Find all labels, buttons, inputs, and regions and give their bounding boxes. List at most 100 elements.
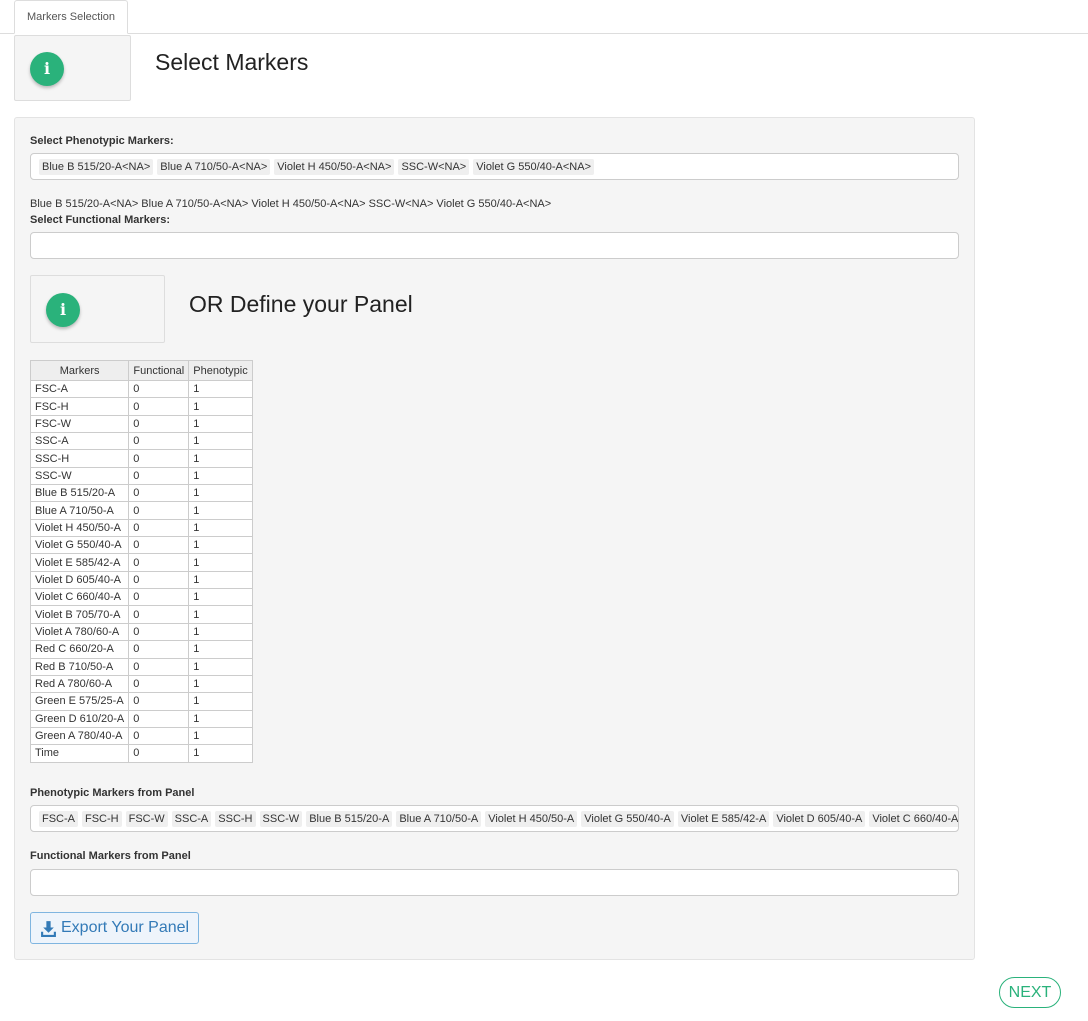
- cell-phenotypic[interactable]: 1: [188, 692, 253, 711]
- cell-marker[interactable]: Red A 780/60-A: [29, 674, 130, 694]
- cell-phenotypic[interactable]: 1: [188, 518, 253, 538]
- cell-marker[interactable]: Green E 575/25-A: [29, 692, 130, 711]
- cell-phenotypic[interactable]: 1: [188, 570, 253, 590]
- cell-marker[interactable]: Red C 660/20-A: [29, 640, 130, 659]
- selected-marker-chip[interactable]: SSC-H: [215, 810, 256, 827]
- cell-phenotypic[interactable]: 1: [188, 709, 253, 728]
- tab-markers-selection[interactable]: Markers Selection: [14, 0, 129, 34]
- cell-functional[interactable]: 0: [128, 518, 190, 538]
- cell-phenotypic[interactable]: 1: [188, 397, 253, 416]
- cell-phenotypic[interactable]: 1: [188, 588, 253, 607]
- panel-functional-select[interactable]: [30, 869, 959, 896]
- cell-marker[interactable]: Violet G 550/40-A: [29, 536, 130, 555]
- phenotypic-label: Select Phenotypic Markers:: [30, 135, 174, 147]
- selected-marker-chip[interactable]: Violet H 450/50-A<NA>: [274, 158, 395, 175]
- cell-marker[interactable]: Violet C 660/40-A: [29, 588, 130, 607]
- cell-functional[interactable]: 0: [128, 570, 190, 590]
- cell-phenotypic[interactable]: 1: [188, 674, 253, 694]
- cell-marker[interactable]: Green A 780/40-A: [29, 726, 130, 746]
- cell-functional[interactable]: 0: [128, 432, 190, 451]
- cell-phenotypic[interactable]: 1: [188, 484, 253, 503]
- selected-marker-chip[interactable]: Violet C 660/40-A: [869, 810, 958, 827]
- cell-functional[interactable]: 0: [128, 397, 190, 416]
- table-row: FSC-A 0 1: [29, 379, 253, 399]
- cell-marker[interactable]: Violet E 585/42-A: [29, 553, 130, 572]
- cell-phenotypic[interactable]: 1: [188, 414, 253, 434]
- cell-marker[interactable]: SSC-A: [29, 432, 130, 451]
- cell-phenotypic[interactable]: 1: [188, 449, 253, 468]
- cell-marker[interactable]: Red B 710/50-A: [29, 657, 130, 676]
- cell-phenotypic[interactable]: 1: [188, 501, 253, 520]
- cell-functional[interactable]: 0: [128, 726, 190, 746]
- cell-marker[interactable]: FSC-A: [29, 379, 130, 399]
- cell-functional[interactable]: 0: [128, 588, 190, 607]
- cell-phenotypic[interactable]: 1: [188, 536, 253, 555]
- table-row: FSC-W 0 1: [29, 414, 253, 434]
- cell-functional[interactable]: 0: [128, 605, 190, 624]
- selected-marker-chip[interactable]: FSC-W: [125, 810, 168, 827]
- cell-phenotypic[interactable]: 1: [188, 432, 253, 451]
- cell-marker[interactable]: Blue A 710/50-A: [29, 501, 130, 520]
- cell-marker[interactable]: Violet H 450/50-A: [29, 518, 130, 538]
- functional-select[interactable]: [30, 232, 959, 259]
- cell-functional[interactable]: 0: [128, 536, 190, 555]
- cell-functional[interactable]: 0: [128, 501, 190, 520]
- selected-marker-chip[interactable]: Violet E 585/42-A: [677, 810, 770, 827]
- cell-marker[interactable]: Time: [29, 744, 130, 763]
- col-header-functional[interactable]: Functional: [128, 360, 190, 381]
- cell-functional[interactable]: 0: [128, 484, 190, 503]
- table-row: Green A 780/40-A 0 1: [29, 726, 253, 746]
- export-panel-button[interactable]: Export Your Panel: [30, 912, 199, 944]
- cell-marker[interactable]: Green D 610/20-A: [29, 709, 130, 728]
- cell-phenotypic[interactable]: 1: [188, 553, 253, 572]
- cell-functional[interactable]: 0: [128, 414, 190, 434]
- col-header-markers[interactable]: Markers: [29, 360, 130, 381]
- cell-marker[interactable]: Violet B 705/70-A: [29, 605, 130, 624]
- selected-marker-chip[interactable]: Violet G 550/40-A: [581, 810, 674, 827]
- cell-phenotypic[interactable]: 1: [188, 744, 253, 763]
- cell-functional[interactable]: 0: [128, 449, 190, 468]
- cell-marker[interactable]: FSC-H: [29, 397, 130, 416]
- cell-functional[interactable]: 0: [128, 379, 190, 399]
- cell-marker[interactable]: Blue B 515/20-A: [29, 484, 130, 503]
- cell-functional[interactable]: 0: [128, 709, 190, 728]
- selected-marker-chip[interactable]: Violet H 450/50-A: [485, 810, 578, 827]
- cell-functional[interactable]: 0: [128, 640, 190, 659]
- cell-phenotypic[interactable]: 1: [188, 622, 253, 642]
- cell-marker[interactable]: Violet A 780/60-A: [29, 622, 130, 642]
- selected-marker-chip[interactable]: SSC-W<NA>: [398, 158, 470, 175]
- selected-marker-chip[interactable]: FSC-H: [82, 810, 122, 827]
- cell-functional[interactable]: 0: [128, 692, 190, 711]
- cell-functional[interactable]: 0: [128, 657, 190, 676]
- table-row: Green D 610/20-A 0 1: [29, 709, 253, 728]
- selected-marker-chip[interactable]: FSC-A: [39, 810, 78, 827]
- selected-marker-chip[interactable]: SSC-A: [171, 810, 212, 827]
- cell-marker[interactable]: SSC-W: [29, 466, 130, 486]
- selected-marker-chip[interactable]: Blue A 710/50-A<NA>: [157, 158, 271, 175]
- cell-functional[interactable]: 0: [128, 744, 190, 763]
- cell-phenotypic[interactable]: 1: [188, 640, 253, 659]
- cell-functional[interactable]: 0: [128, 674, 190, 694]
- cell-phenotypic[interactable]: 1: [188, 657, 253, 676]
- selected-marker-chip[interactable]: Blue B 515/20-A: [306, 810, 393, 827]
- selected-marker-chip[interactable]: Blue B 515/20-A<NA>: [39, 158, 154, 175]
- cell-functional[interactable]: 0: [128, 553, 190, 572]
- next-button[interactable]: NEXT: [999, 977, 1061, 1008]
- selected-marker-chip[interactable]: Violet G 550/40-A<NA>: [473, 158, 594, 175]
- cell-phenotypic[interactable]: 1: [188, 605, 253, 624]
- panel-phenotypic-select[interactable]: FSC-A FSC-H FSC-W SSC-A SSC-H SSC-W Blue B 515…: [30, 805, 959, 832]
- selected-marker-chip[interactable]: Blue A 710/50-A: [396, 810, 482, 827]
- col-header-phenotypic[interactable]: Phenotypic: [188, 360, 253, 381]
- cell-functional[interactable]: 0: [128, 622, 190, 642]
- cell-marker[interactable]: Violet D 605/40-A: [29, 570, 130, 590]
- table-row: Blue B 515/20-A 0 1: [29, 484, 253, 503]
- cell-functional[interactable]: 0: [128, 466, 190, 486]
- cell-phenotypic[interactable]: 1: [188, 726, 253, 746]
- selected-marker-chip[interactable]: SSC-W: [259, 810, 303, 827]
- cell-phenotypic[interactable]: 1: [188, 466, 253, 486]
- cell-phenotypic[interactable]: 1: [188, 379, 253, 399]
- phenotypic-select[interactable]: Blue B 515/20-A<NA> Blue A 710/50-A<NA> Vi…: [30, 153, 959, 180]
- cell-marker[interactable]: SSC-H: [29, 449, 130, 468]
- selected-marker-chip[interactable]: Violet D 605/40-A: [773, 810, 866, 827]
- cell-marker[interactable]: FSC-W: [29, 414, 130, 434]
